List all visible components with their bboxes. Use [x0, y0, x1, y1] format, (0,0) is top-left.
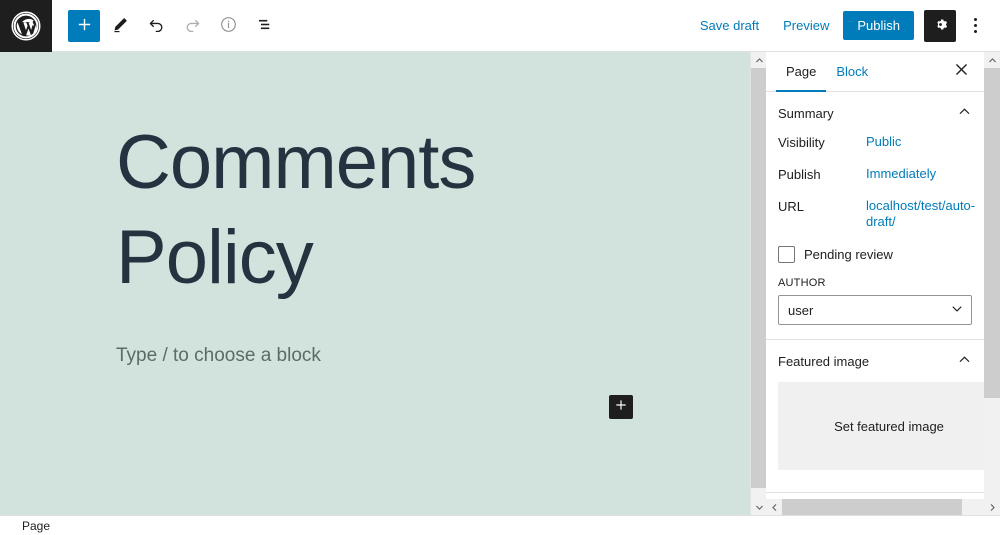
pending-review-row[interactable]: Pending review: [778, 246, 972, 263]
chevron-down-icon: [950, 302, 964, 319]
toolbar-left-group: [52, 9, 280, 42]
featured-image-panel-title: Featured image: [778, 353, 870, 369]
kebab-menu-icon: [973, 18, 977, 33]
inline-block-inserter-button[interactable]: [609, 395, 633, 419]
chevron-up-icon: [957, 104, 972, 122]
scroll-right-arrow-icon[interactable]: [984, 499, 1000, 515]
post-title-field[interactable]: Comments Policy: [116, 115, 586, 305]
close-icon: [955, 63, 968, 80]
scroll-down-arrow-icon[interactable]: [751, 499, 767, 515]
block-inserter-button[interactable]: [68, 9, 100, 42]
gear-icon: [932, 16, 949, 36]
block-placeholder-text[interactable]: Type / to choose a block: [116, 345, 321, 367]
chevron-up-icon: [957, 352, 972, 370]
scrollbar-thumb[interactable]: [782, 499, 962, 515]
more-options-button[interactable]: [960, 10, 990, 42]
toolbar-right-group: Save draft Preview Publish: [690, 9, 1000, 42]
editor-top-toolbar: Save draft Preview Publish: [0, 0, 1000, 52]
sidebar-horizontal-scrollbar[interactable]: [766, 499, 1000, 515]
url-label: URL: [778, 199, 805, 214]
editor-canvas[interactable]: Comments Policy Type / to choose a block: [0, 52, 750, 515]
visibility-value-button[interactable]: Public: [866, 134, 901, 150]
featured-image-panel-header[interactable]: Featured image: [778, 340, 972, 382]
wordpress-logo-icon[interactable]: [0, 0, 52, 52]
url-value-link[interactable]: localhost/test/auto-draft/: [866, 198, 975, 230]
publish-row: Publish Immediately: [778, 166, 972, 182]
save-draft-button[interactable]: Save draft: [690, 12, 769, 39]
sidebar-vertical-scrollbar[interactable]: [984, 52, 1000, 515]
scroll-left-arrow-icon[interactable]: [766, 499, 782, 515]
pending-review-label: Pending review: [804, 247, 893, 262]
wordpress-block-editor: Save draft Preview Publish Comments Poli…: [0, 0, 1000, 535]
pending-review-checkbox[interactable]: [778, 246, 795, 263]
details-button[interactable]: [212, 10, 244, 42]
publish-button[interactable]: Publish: [843, 11, 914, 40]
settings-toggle-button[interactable]: [924, 9, 956, 42]
summary-panel-header[interactable]: Summary: [778, 92, 972, 134]
visibility-label: Visibility: [778, 135, 825, 150]
sidebar-tablist: Page Block: [766, 52, 984, 92]
preview-button[interactable]: Preview: [773, 12, 839, 39]
summary-panel: Summary Visibility Public Publish Immedi…: [766, 92, 984, 340]
tab-block[interactable]: Block: [826, 52, 878, 92]
publish-value-button[interactable]: Immediately: [866, 166, 936, 182]
featured-image-panel: Featured image Set featured image: [766, 340, 984, 493]
undo-arrow-icon: [147, 15, 166, 37]
list-view-icon: [255, 15, 274, 37]
plus-icon: [76, 16, 93, 36]
scroll-up-arrow-icon[interactable]: [984, 52, 1000, 68]
pencil-icon: [111, 15, 130, 37]
url-row: URL localhost/test/auto-draft/: [778, 198, 975, 230]
settings-sidebar: Page Block Summary Visibility Public Pub…: [766, 52, 984, 515]
author-select[interactable]: user: [778, 295, 972, 325]
breadcrumb[interactable]: Page: [0, 519, 50, 533]
tab-page[interactable]: Page: [776, 52, 826, 92]
scrollbar-thumb[interactable]: [751, 68, 767, 488]
undo-button[interactable]: [140, 10, 172, 42]
scroll-up-arrow-icon[interactable]: [751, 52, 767, 68]
editor-status-bar: Page: [0, 515, 1000, 535]
redo-arrow-icon: [183, 15, 202, 37]
tools-edit-button[interactable]: [104, 10, 136, 42]
visibility-row: Visibility Public: [778, 134, 972, 150]
scrollbar-thumb[interactable]: [984, 68, 1000, 398]
summary-panel-title: Summary: [778, 105, 834, 121]
redo-button[interactable]: [176, 10, 208, 42]
plus-icon: [614, 398, 628, 417]
info-circle-icon: [219, 15, 238, 37]
author-select-value: user: [788, 302, 814, 318]
editor-vertical-scrollbar[interactable]: [750, 52, 767, 515]
list-view-button[interactable]: [248, 10, 280, 42]
close-sidebar-button[interactable]: [948, 59, 974, 85]
set-featured-image-button[interactable]: Set featured image: [778, 382, 984, 470]
publish-label: Publish: [778, 167, 821, 182]
author-field-label: AUTHOR: [778, 277, 826, 289]
